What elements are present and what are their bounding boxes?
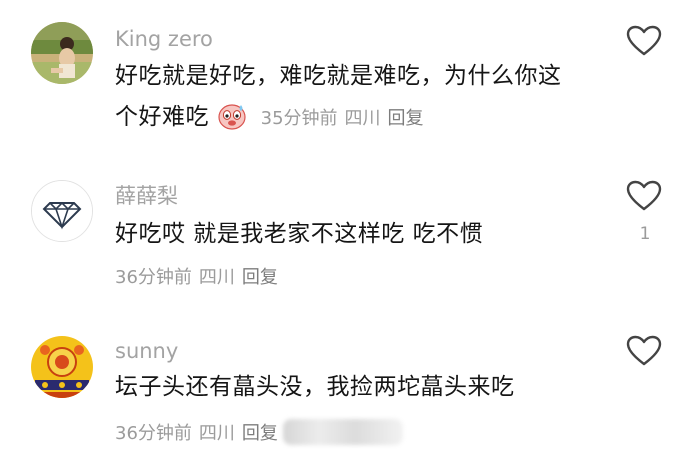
comment-text: 坛子头还有蕌头没，我捡两坨蕌头来吃 <box>115 374 515 400</box>
username[interactable]: sunny <box>115 341 178 362</box>
comment-text: 好吃哎 就是我老家不这样吃 吃不惯 <box>115 221 484 247</box>
golden-pattern-avatar-icon <box>31 336 93 398</box>
comment-location: 四川 <box>198 423 235 444</box>
comment-line: 个好难吃 <box>115 104 209 130</box>
reply-button[interactable]: 回复 <box>242 423 278 444</box>
comment-location: 四川 <box>344 108 381 129</box>
username[interactable]: King zero <box>115 29 213 50</box>
comment-time: 36分钟前 <box>115 267 192 288</box>
comment-meta: 36分钟前 四川 回复 <box>115 419 285 445</box>
comment-list: King zero 好吃就是好吃，难吃就是难吃，为什么你这 个好难吃 35分钟前… <box>0 0 690 449</box>
sweating-face-emoji-icon <box>218 104 246 130</box>
like-count: 1 <box>639 224 651 244</box>
comment-line: 好吃就是好吃，难吃就是难吃，为什么你这 <box>115 63 562 89</box>
comment-meta: 36分钟前 四川 回复 <box>115 263 285 289</box>
username[interactable]: 薛薛梨 <box>115 186 178 207</box>
comment-text: 好吃就是好吃，难吃就是难吃，为什么你这 个好难吃 35分钟前 四川 回复 <box>115 56 562 139</box>
avatar[interactable] <box>31 180 93 242</box>
reply-button[interactable]: 回复 <box>242 267 278 288</box>
comment-time: 36分钟前 <box>115 423 192 444</box>
reply-button[interactable]: 回复 <box>388 108 424 129</box>
avatar[interactable] <box>31 336 93 398</box>
diamond-avatar-icon <box>32 181 92 241</box>
comment-time: 35分钟前 <box>260 108 338 129</box>
heart-outline-icon[interactable] <box>626 25 662 57</box>
photo-avatar-icon <box>31 22 93 84</box>
avatar[interactable] <box>31 22 93 84</box>
comment-location: 四川 <box>198 267 235 288</box>
heart-outline-icon[interactable] <box>626 180 662 212</box>
comment-line-with-meta: 个好难吃 35分钟前 四川 回复 <box>115 97 562 139</box>
heart-outline-icon[interactable] <box>626 335 662 367</box>
comment-meta: 35分钟前 四川 回复 <box>261 108 431 129</box>
blurred-overlay <box>283 419 403 445</box>
